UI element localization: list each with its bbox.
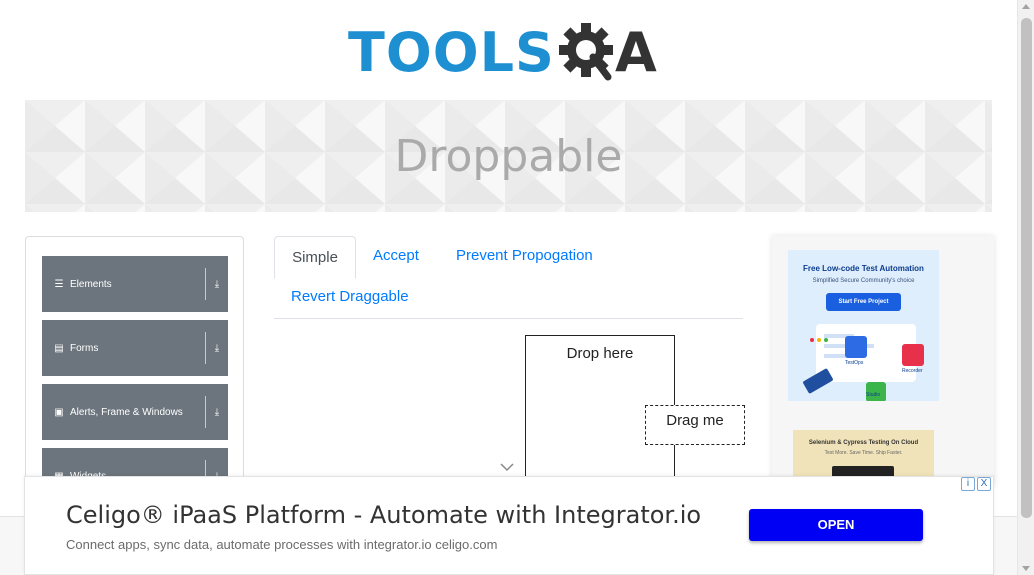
scroll-up-arrow-icon[interactable] [1022,4,1030,9]
tab-accept[interactable]: Accept [373,247,419,264]
draggable-box[interactable]: Drag me [645,405,745,445]
side-ad-illustration [803,324,924,401]
sidebar-group-elements[interactable]: ☰ Elements ⤓ [42,256,228,312]
sidebar: ☰ Elements ⤓ ▤ Forms ⤓ ▣ Alerts, Frame &… [25,236,244,496]
scroll-down-arrow-icon[interactable] [1022,566,1030,571]
tab-prevent-propogation[interactable]: Prevent Propogation [456,247,593,264]
adchoices-info-icon[interactable]: i [961,477,975,491]
toolsqa-logo[interactable]: TOOLS A [348,14,674,92]
page-banner: Droppable [25,100,992,212]
scrollbar-thumb[interactable] [1021,18,1032,518]
bottom-ad-title[interactable]: Celigo® iPaaS Platform - Automate with I… [66,501,701,529]
adchoices[interactable]: i X [961,477,991,491]
download-arrow-icon: ⤓ [214,406,220,418]
gear-icon [558,23,613,81]
page-title: Droppable [394,130,623,182]
app-label-testops: TestOps [845,360,864,366]
side-ad[interactable]: Free Low-code Test Automation Simplified… [772,236,994,486]
download-arrow-icon: ⤓ [214,278,220,290]
sidebar-group-label: Elements [70,278,112,290]
tab-simple[interactable]: Simple [274,236,356,279]
side-ad2-subline: Test More. Save Time. Ship Faster. [824,450,903,456]
app-label-studio: Studio [866,392,881,398]
logo-text-tools: TOOLS [348,21,555,84]
app-label-recorder: Recorder [902,368,923,374]
vertical-scrollbar[interactable] [1017,0,1034,575]
close-icon[interactable]: X [977,477,991,491]
page: TOOLS A Droppable ☰ Elements ⤓ ▤ Forms ⤓… [0,0,1034,575]
hamburger-icon: ☰ [54,278,64,290]
sidebar-group-alerts-frame-windows[interactable]: ▣ Alerts, Frame & Windows ⤓ [42,384,228,440]
bottom-ad-description: Connect apps, sync data, automate proces… [66,537,498,552]
drop-here-label: Drop here [566,345,634,362]
divider [205,396,206,428]
chevron-down-icon[interactable] [499,459,515,475]
divider [205,268,206,300]
sidebar-group-forms[interactable]: ▤ Forms ⤓ [42,320,228,376]
divider [205,332,206,364]
window-icon: ▣ [54,406,64,418]
tab-revert-draggable[interactable]: Revert Draggable [291,288,409,305]
logo-text-qa-letter: A [614,21,657,84]
download-arrow-icon: ⤓ [214,342,220,354]
tabs-underline [274,318,743,319]
sidebar-group-label: Alerts, Frame & Windows [70,406,183,418]
sidebar-group-label: Forms [70,342,99,354]
document-icon: ▤ [54,342,64,354]
bottom-ad-open-button[interactable]: OPEN [749,509,923,541]
side-ad2-headline: Selenium & Cypress Testing On Cloud [808,440,919,446]
bottom-ad[interactable]: i X Celigo® iPaaS Platform - Automate wi… [24,476,994,575]
drag-me-label: Drag me [666,412,724,429]
side-ad-katalon[interactable]: Free Low-code Test Automation Simplified… [788,250,939,401]
